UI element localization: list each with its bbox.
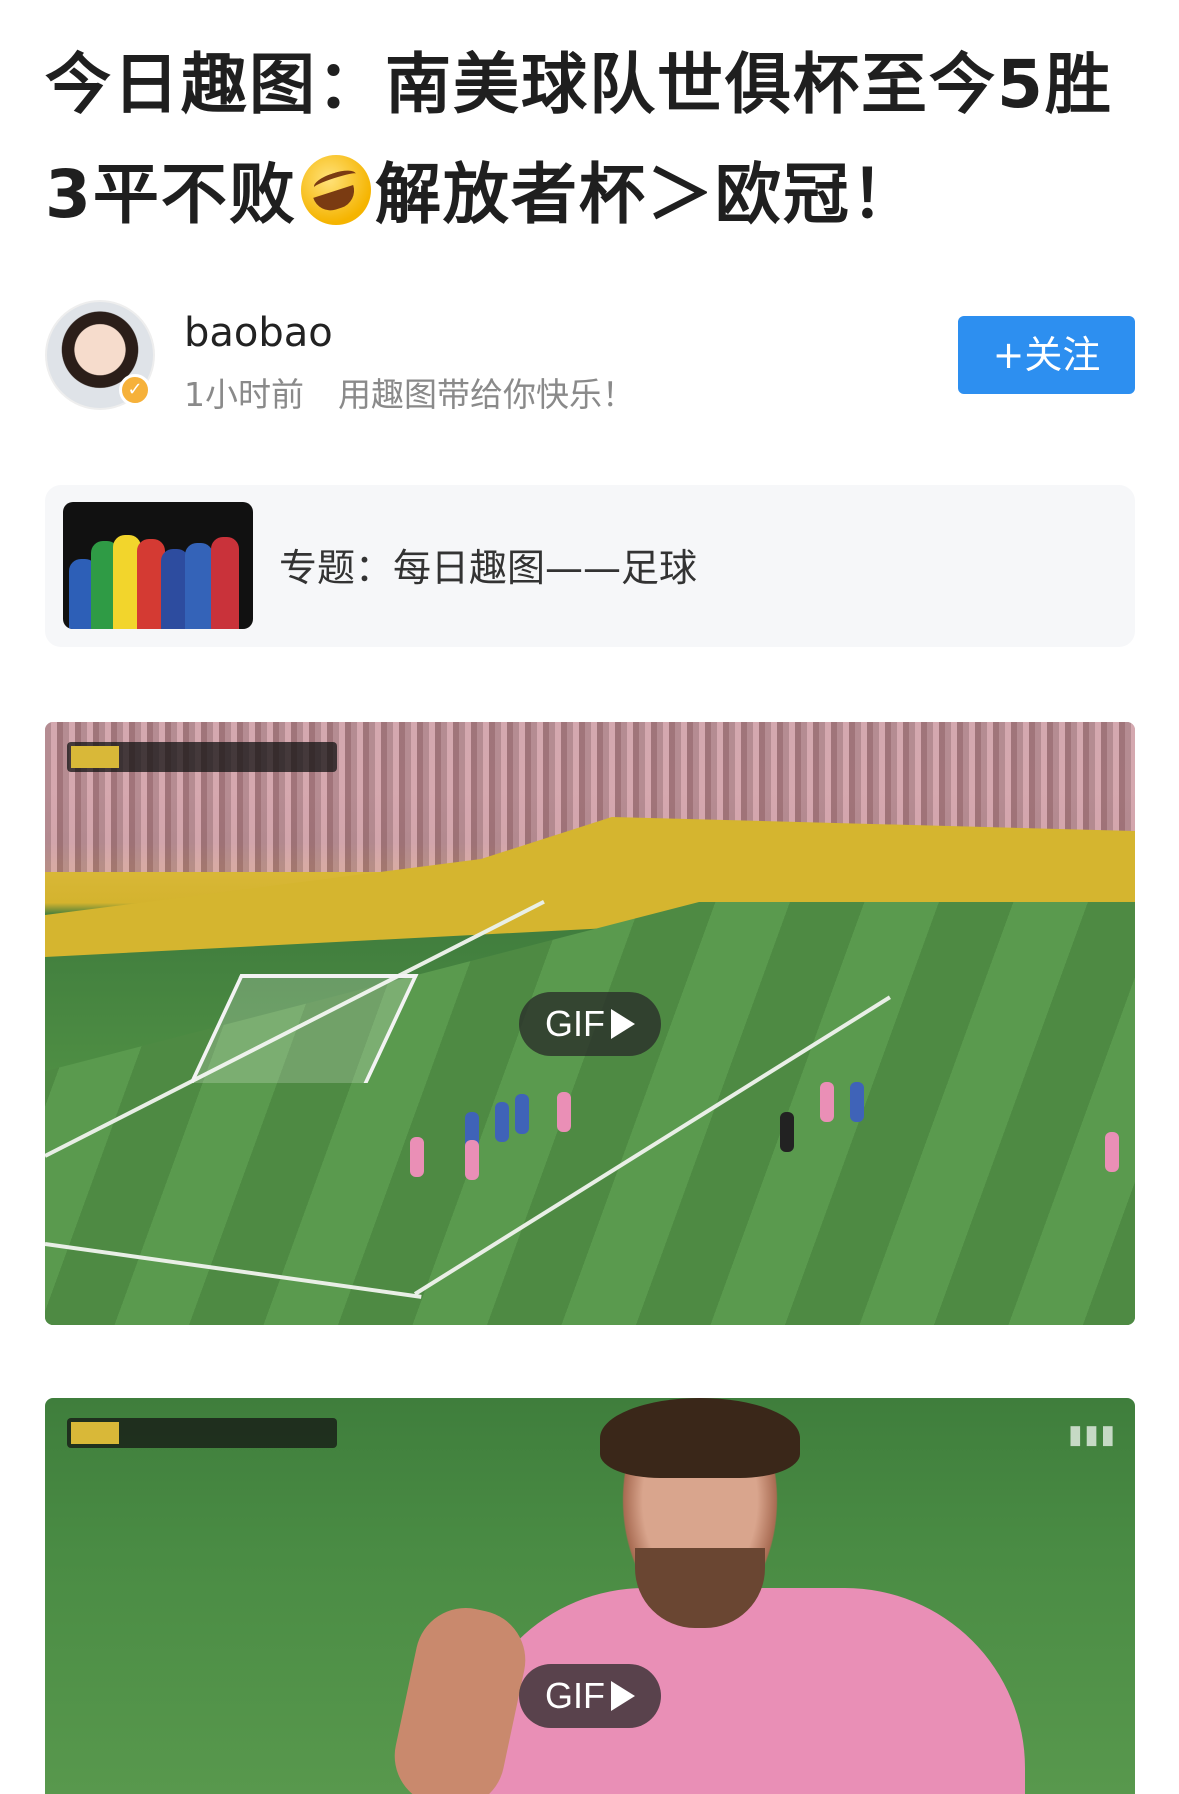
gif-image-1[interactable]: GIF xyxy=(45,722,1135,1325)
topic-label: 专题：每日趣图——足球 xyxy=(279,546,698,590)
article-page: 今日趣图：南美球队世俱杯至今5胜3平不败 解放者杯＞欧冠！ ✓ baobao 1小… xyxy=(0,0,1179,1794)
gif-badge: GIF xyxy=(519,992,661,1056)
gif-label: GIF xyxy=(545,1675,605,1716)
author-meta: 1小时前 用趣图带给你快乐！ xyxy=(184,368,635,416)
player xyxy=(1105,1132,1119,1172)
player xyxy=(850,1082,864,1122)
player xyxy=(557,1092,571,1132)
player xyxy=(515,1094,529,1134)
author-bar: ✓ baobao 1小时前 用趣图带给你快乐！ +关注 xyxy=(45,300,1135,414)
article-title: 今日趣图：南美球队世俱杯至今5胜3平不败 解放者杯＞欧冠！ xyxy=(45,30,1135,250)
topic-card[interactable]: 专题：每日趣图——足球 xyxy=(45,485,1135,647)
scoreboard xyxy=(67,1418,337,1448)
play-icon xyxy=(611,1681,635,1711)
gif-badge: GIF xyxy=(519,1664,661,1728)
pitch xyxy=(45,902,1135,1325)
player xyxy=(465,1140,479,1180)
scoreboard xyxy=(67,742,337,772)
broadcast-watermark: ▮▮▮ xyxy=(1068,1420,1117,1450)
laughing-emoji-icon xyxy=(300,155,371,225)
play-icon xyxy=(611,1009,635,1039)
follow-button[interactable]: +关注 xyxy=(958,316,1135,394)
player-hair xyxy=(600,1398,800,1478)
player xyxy=(780,1112,794,1152)
post-time: 1小时前 xyxy=(184,375,304,414)
title-suffix: 解放者杯＞欧冠！ xyxy=(374,156,919,233)
author-name[interactable]: baobao xyxy=(184,310,333,356)
player xyxy=(410,1137,424,1177)
topic-thumbnail xyxy=(63,502,253,629)
gif-image-2[interactable]: ▮▮▮ GIF xyxy=(45,1398,1135,1794)
verified-check-icon: ✓ xyxy=(119,374,151,406)
author-bio: 用趣图带给你快乐！ xyxy=(338,375,635,414)
player xyxy=(820,1082,834,1122)
player xyxy=(495,1102,509,1142)
gif-label: GIF xyxy=(545,1003,605,1044)
